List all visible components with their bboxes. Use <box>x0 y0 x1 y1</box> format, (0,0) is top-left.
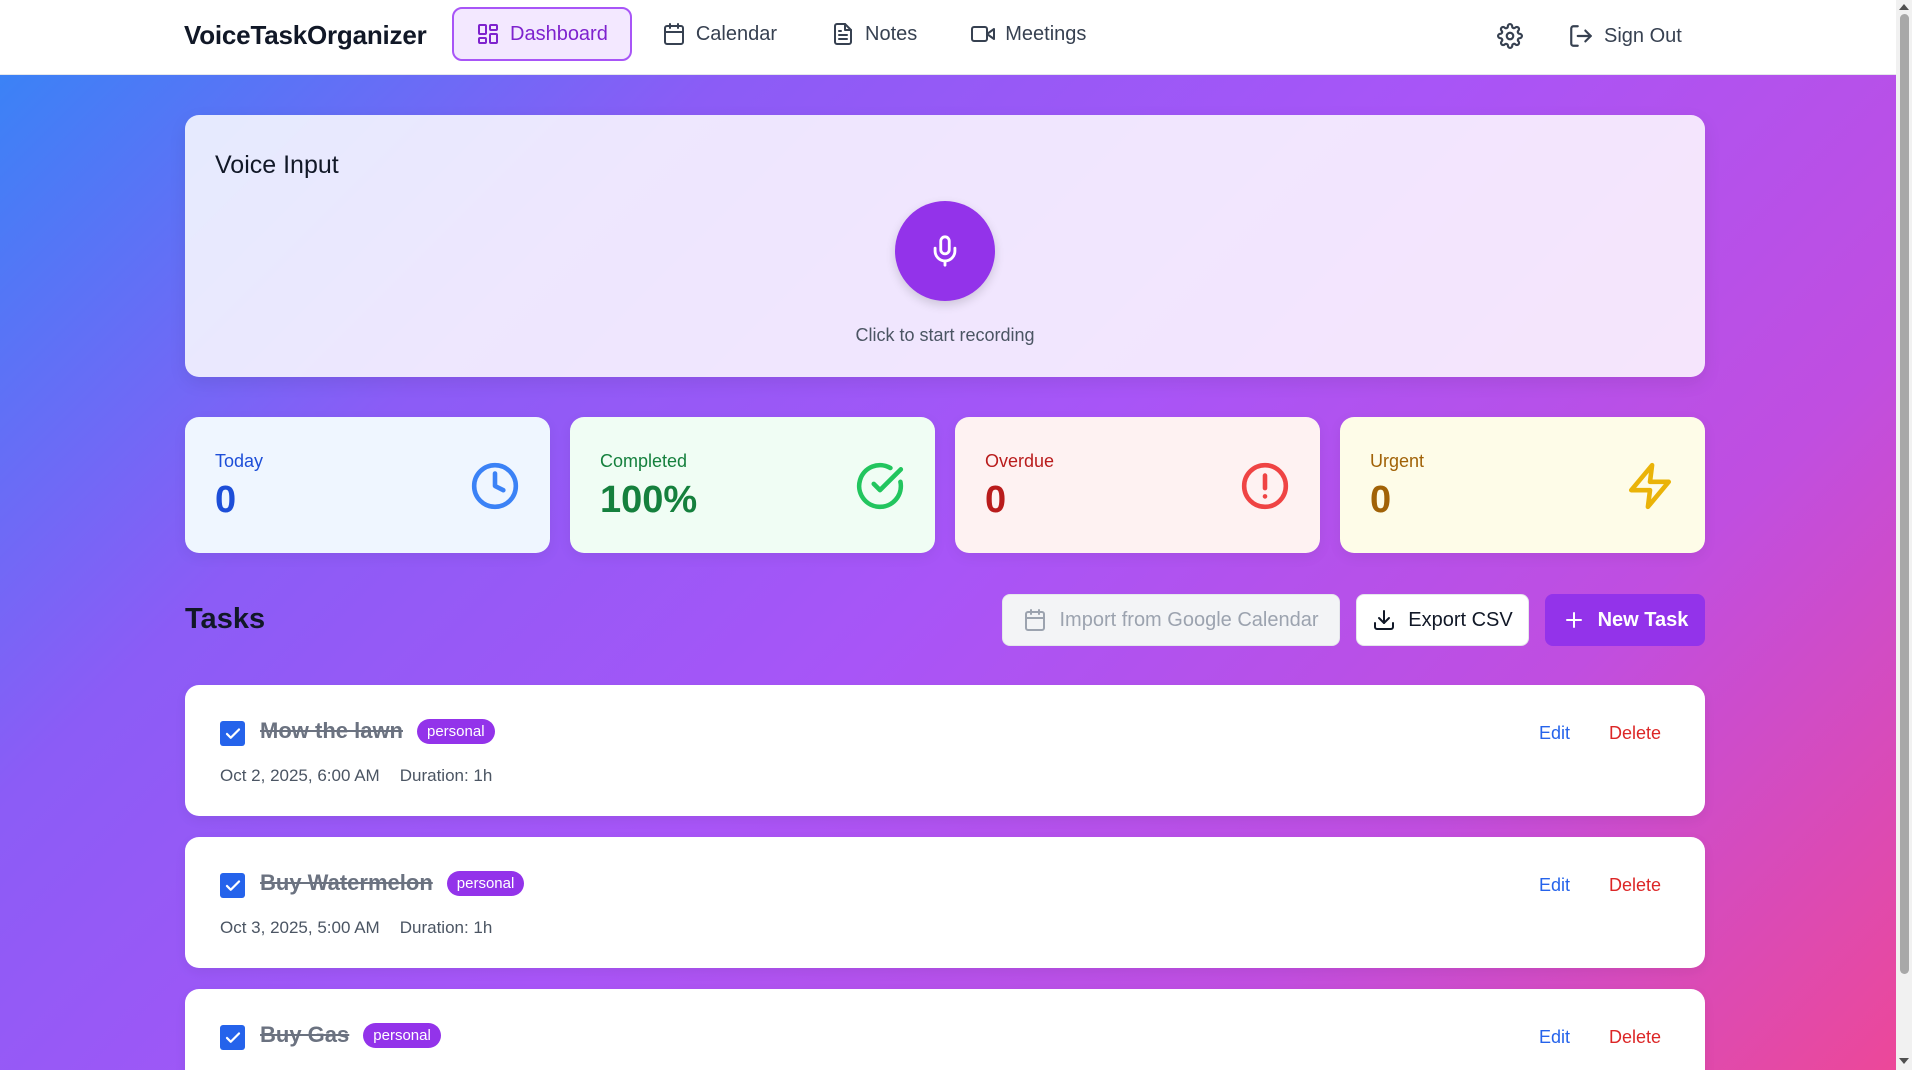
main-nav: Dashboard Calendar Notes Meetings <box>452 7 1116 61</box>
sign-out-icon <box>1570 25 1592 47</box>
record-hint: Click to start recording <box>855 325 1035 345</box>
check-circle-icon <box>856 462 904 510</box>
nav-item-label: Notes <box>865 22 918 45</box>
stat-card-today: Today 0 <box>185 417 550 553</box>
sign-out-label: Sign Out <box>1604 24 1682 47</box>
task-title: Buy Watermelon <box>260 870 433 895</box>
task-meta: Oct 2, 2025, 6:00 AM Duration: 1h <box>220 766 492 786</box>
stat-value: 100% <box>600 479 698 521</box>
video-icon <box>971 26 996 42</box>
task-title-row: Mow the lawn personal <box>260 718 495 744</box>
app-title[interactable]: VoiceTaskOrganizer <box>184 20 427 51</box>
stat-label: Completed <box>600 451 688 471</box>
task-edit-link[interactable]: Edit <box>1539 875 1570 896</box>
stat-card-overdue: Overdue 0 <box>955 417 1320 553</box>
nav-item-meetings[interactable]: Meetings <box>947 7 1110 61</box>
nav-item-calendar[interactable]: Calendar <box>638 7 801 61</box>
stat-card-completed: Completed 100% <box>570 417 935 553</box>
calendar-icon <box>663 23 684 45</box>
task-card: Buy Gas personal Edit Delete <box>185 989 1705 1070</box>
new-task-label: New Task <box>1597 608 1689 631</box>
nav-item-label: Dashboard <box>510 22 608 45</box>
export-csv-button[interactable]: Export CSV <box>1356 594 1529 646</box>
task-delete-link[interactable]: Delete <box>1609 1027 1661 1048</box>
task-edit-link[interactable]: Edit <box>1539 723 1570 744</box>
voice-input-title: Voice Input <box>215 151 339 179</box>
tasks-heading: Tasks <box>185 603 266 635</box>
task-checkbox[interactable] <box>220 721 245 746</box>
new-task-button[interactable]: New Task <box>1545 594 1705 646</box>
calendar-icon <box>1025 609 1046 631</box>
top-navbar: VoiceTaskOrganizer Dashboard Calendar No… <box>0 0 1896 75</box>
task-duration: Duration: 1h <box>399 918 493 937</box>
alert-circle-icon <box>1241 462 1289 510</box>
task-card: Buy Watermelon personal Oct 3, 2025, 5:0… <box>185 837 1705 968</box>
export-label: Export CSV <box>1408 608 1513 631</box>
stat-value: 0 <box>1370 479 1392 521</box>
check-icon <box>225 727 240 739</box>
settings-button[interactable] <box>1490 16 1530 56</box>
scrollbar-thumb[interactable] <box>1900 14 1909 974</box>
task-title-row: Buy Gas personal <box>260 1022 441 1048</box>
scroll-up-arrow[interactable] <box>1899 4 1909 10</box>
stat-label: Urgent <box>1370 451 1425 471</box>
task-date: Oct 2, 2025, 6:00 AM <box>220 766 380 785</box>
microphone-icon <box>933 235 957 267</box>
nav-item-label: Meetings <box>1005 22 1087 45</box>
stat-card-urgent: Urgent 0 <box>1340 417 1705 553</box>
task-title: Mow the lawn <box>260 718 403 743</box>
sign-out-button[interactable]: Sign Out <box>1568 18 1682 54</box>
import-label: Import from Google Calendar <box>1059 608 1319 631</box>
task-delete-link[interactable]: Delete <box>1609 723 1661 744</box>
dashboard-main: Voice Input Click to start recording Tod… <box>0 75 1896 1070</box>
task-tag: personal <box>363 1022 441 1048</box>
gear-icon <box>1497 23 1523 49</box>
task-checkbox[interactable] <box>220 873 245 898</box>
task-tag: personal <box>417 718 495 744</box>
task-title-row: Buy Watermelon personal <box>260 870 525 896</box>
lightning-icon <box>1628 462 1672 510</box>
clock-icon <box>471 462 519 510</box>
check-icon <box>225 1031 240 1043</box>
task-title: Buy Gas <box>260 1022 350 1047</box>
task-checkbox[interactable] <box>220 1025 245 1050</box>
task-duration: Duration: 1h <box>399 766 493 785</box>
stat-value: 0 <box>985 479 1007 521</box>
plus-icon <box>1565 612 1582 628</box>
scroll-down-arrow[interactable] <box>1899 1058 1909 1064</box>
task-tag: personal <box>446 870 525 896</box>
task-card: Mow the lawn personal Oct 2, 2025, 6:00 … <box>185 685 1705 816</box>
nav-item-dashboard[interactable]: Dashboard <box>452 7 632 61</box>
stat-label: Today <box>215 451 264 471</box>
task-delete-link[interactable]: Delete <box>1609 875 1661 896</box>
voice-input-card: Voice Input Click to start recording <box>185 115 1705 377</box>
record-button[interactable] <box>895 201 995 301</box>
stat-label: Overdue <box>985 451 1055 471</box>
check-icon <box>225 879 240 891</box>
nav-item-notes[interactable]: Notes <box>807 7 941 61</box>
task-edit-link[interactable]: Edit <box>1539 1027 1570 1048</box>
notes-icon <box>834 23 853 45</box>
import-google-calendar-button[interactable]: Import from Google Calendar <box>1002 594 1340 646</box>
task-meta: Oct 3, 2025, 5:00 AM Duration: 1h <box>220 918 492 938</box>
nav-item-label: Calendar <box>695 22 778 45</box>
stat-value: 0 <box>215 479 237 521</box>
download-icon <box>1374 610 1395 630</box>
dashboard-icon <box>478 24 498 44</box>
task-date: Oct 3, 2025, 5:00 AM <box>220 918 380 937</box>
